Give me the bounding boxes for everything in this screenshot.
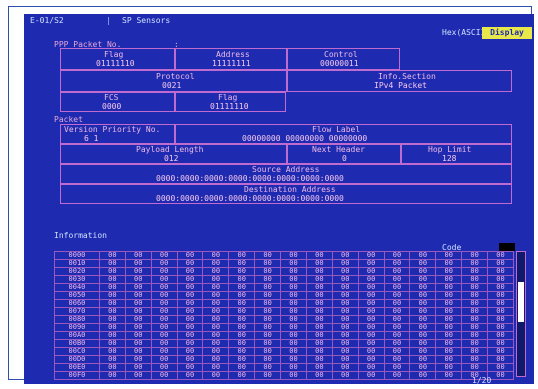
flag-label: Flag (104, 50, 124, 59)
control-label: Control (324, 50, 358, 59)
next-header-value: 0 (342, 154, 347, 163)
control-value: 00000011 (320, 59, 359, 68)
flow-label-value: 00000000 00000000 00000000 (242, 134, 368, 143)
dest-address-value: 0000:0000:0000:0000:0000:0000:0000:0000 (156, 194, 344, 203)
packet-label: Packet (54, 115, 83, 124)
fcs-label: FCS (104, 93, 119, 102)
hop-limit-label: Hop Limit (428, 145, 472, 154)
end-flag-label: Flag (218, 93, 238, 102)
hex-byte: 00 (254, 371, 282, 380)
info-section-value: IPv4 Packet (374, 81, 427, 90)
version-priority-value: 6 1 (84, 134, 99, 143)
hex-byte: 00 (357, 371, 385, 380)
hex-byte: 00 (331, 371, 359, 380)
tab-sensors[interactable]: SP Sensors (122, 16, 170, 25)
hex-byte: 00 (150, 371, 178, 380)
hex-byte: 00 (202, 371, 230, 380)
flag-value: 01111110 (96, 59, 135, 68)
page-indicator: 1/20 (472, 376, 492, 384)
hex-byte: 00 (98, 371, 126, 380)
hex-byte: 00 (409, 371, 437, 380)
hex-dump-table: 0000 00 00 00 00 00 00 00 00 00 00 00 00 00 00 00 00 0010… (54, 251, 514, 380)
protocol-label: Protocol (156, 72, 195, 81)
hex-byte: 00 (124, 371, 152, 380)
code-toggle[interactable] (499, 243, 515, 251)
hex-byte: 00 (280, 371, 307, 380)
row-offset: 00F0 (54, 371, 100, 380)
scroll-thumb[interactable] (518, 282, 524, 322)
fcs-value: 0000 (102, 102, 122, 111)
hex-byte: 00 (383, 371, 411, 380)
hex-byte: 00 (435, 371, 463, 380)
dest-address-label: Destination Address (244, 185, 336, 194)
payload-length-value: 012 (164, 154, 179, 163)
information-label: Information (54, 231, 107, 240)
payload-length-label: Payload Length (136, 145, 204, 154)
hex-byte: 00 (176, 371, 204, 380)
display-badge[interactable]: Display (482, 27, 532, 39)
hex-byte: 00 (305, 371, 333, 380)
table-row: 00F0 00 00 00 00 00 00 00 00 00 00 00 00 00 00 00 00 (54, 371, 514, 380)
next-header-label: Next Header (312, 145, 365, 154)
hex-byte: 00 (228, 371, 256, 380)
ppp-row3 (60, 92, 286, 112)
tab-port[interactable]: E-01/S2 (30, 16, 64, 25)
end-flag-value: 01111110 (210, 102, 249, 111)
tab-separator: | (106, 16, 111, 25)
info-section-label: Info.Section (378, 72, 436, 81)
address-label: Address (216, 50, 250, 59)
hex-scrollbar[interactable] (516, 251, 526, 377)
flow-label-label: Flow Label (312, 125, 361, 134)
hop-limit-value: 128 (442, 154, 457, 163)
source-address-value: 0000:0000:0000:0000:0000:0000:0000:0000 (156, 174, 344, 183)
hex-byte: 00 (487, 371, 514, 380)
address-value: 11111111 (212, 59, 251, 68)
analyzer-screen: E-01/S2 | SP Sensors Hex(ASCII) Display … (24, 14, 534, 384)
version-priority-label: Version Priority No. (64, 125, 161, 134)
protocol-value: 0021 (162, 81, 182, 90)
source-address-label: Source Address (252, 165, 320, 174)
